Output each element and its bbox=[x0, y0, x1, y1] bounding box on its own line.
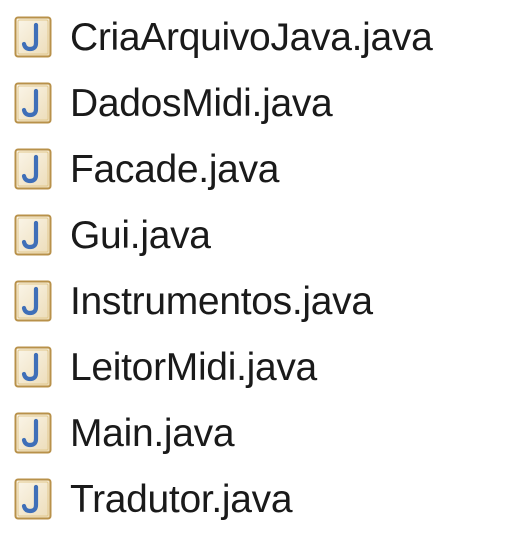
file-item-7[interactable]: Main.java bbox=[0, 400, 521, 466]
file-name: Main.java bbox=[70, 411, 235, 455]
file-item-1[interactable]: CriaArquivoJava.java bbox=[0, 4, 521, 70]
file-name: Gui.java bbox=[70, 213, 211, 257]
java-file-icon bbox=[14, 280, 52, 322]
file-name: Instrumentos.java bbox=[70, 279, 373, 323]
java-file-icon bbox=[14, 412, 52, 454]
file-item-8[interactable]: Tradutor.java bbox=[0, 466, 521, 532]
file-list: CriaArquivoJava.java DadosMidi.java Faca… bbox=[0, 4, 521, 532]
file-item-6[interactable]: LeitorMidi.java bbox=[0, 334, 521, 400]
file-item-2[interactable]: DadosMidi.java bbox=[0, 70, 521, 136]
java-file-icon bbox=[14, 148, 52, 190]
file-name: Facade.java bbox=[70, 147, 280, 191]
java-file-icon bbox=[14, 16, 52, 58]
java-file-icon bbox=[14, 82, 52, 124]
file-item-5[interactable]: Instrumentos.java bbox=[0, 268, 521, 334]
java-file-icon bbox=[14, 478, 52, 520]
file-name: LeitorMidi.java bbox=[70, 345, 317, 389]
file-item-3[interactable]: Facade.java bbox=[0, 136, 521, 202]
file-name: CriaArquivoJava.java bbox=[70, 15, 433, 59]
file-name: Tradutor.java bbox=[70, 477, 293, 521]
java-file-icon bbox=[14, 346, 52, 388]
java-file-icon bbox=[14, 214, 52, 256]
file-name: DadosMidi.java bbox=[70, 81, 333, 125]
file-item-4[interactable]: Gui.java bbox=[0, 202, 521, 268]
